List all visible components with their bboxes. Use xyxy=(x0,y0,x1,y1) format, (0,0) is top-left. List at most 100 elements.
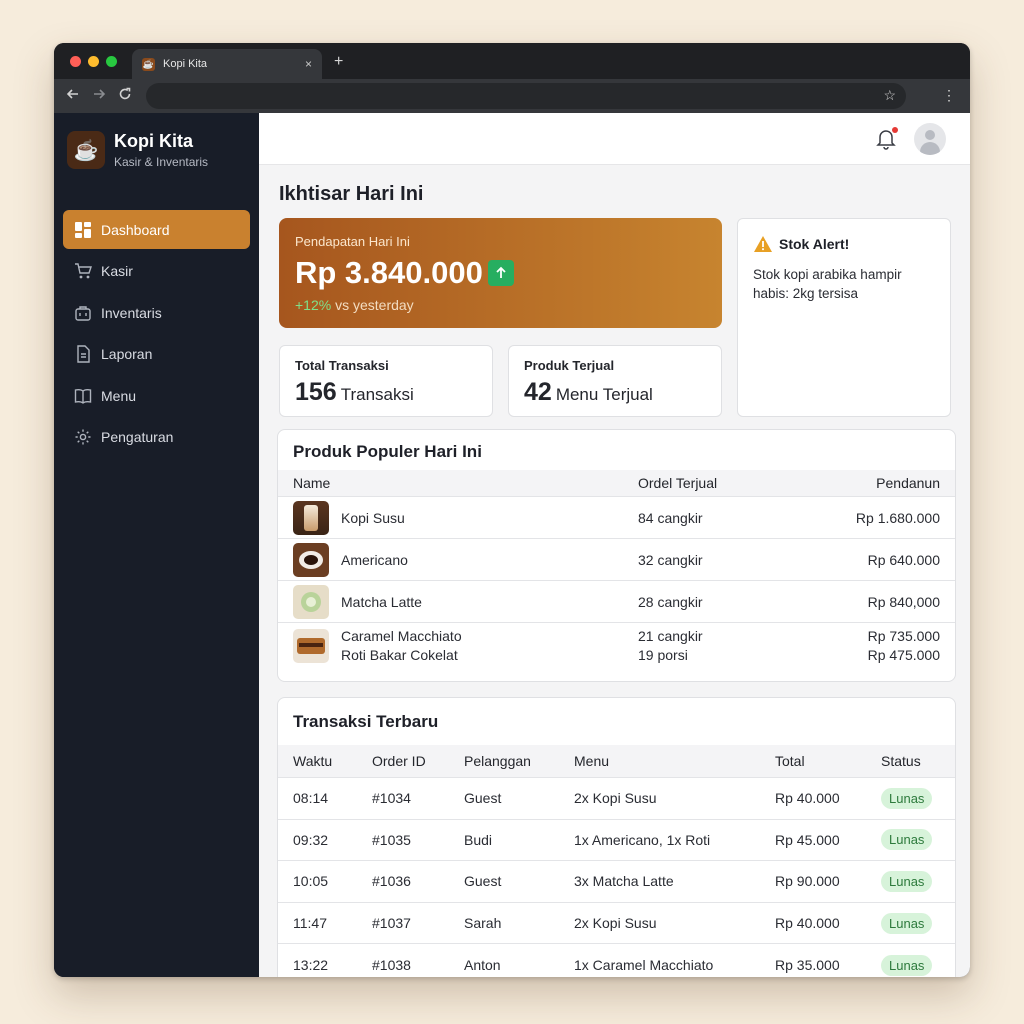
sidebar-item-pengaturan[interactable]: Pengaturan xyxy=(63,418,250,457)
transaction-time: 11:47 xyxy=(293,915,327,932)
transaction-customer: Guest xyxy=(464,873,502,890)
sidebar-item-menu[interactable]: Menu xyxy=(63,376,250,415)
revenue-trend-text: vs yesterday xyxy=(331,297,414,313)
status-badge: Lunas xyxy=(881,870,933,892)
transaction-total: Rp 40.000 xyxy=(775,790,840,807)
product-name: Caramel Macchiato xyxy=(341,627,462,644)
product-revenue: Rp 640.000 xyxy=(867,551,940,568)
americano-image xyxy=(293,542,329,577)
warning-icon xyxy=(753,235,773,253)
stock-alert-card: Stok Alert! Stok kopi arabika hampir hab… xyxy=(737,218,951,417)
sidebar-item-dashboard[interactable]: Dashboard xyxy=(63,210,250,249)
close-window-button[interactable] xyxy=(70,56,81,67)
table-row[interactable]: Caramel Macchiato Roti Bakar Cokelat 21 … xyxy=(278,623,955,668)
transaction-time: 13:22 xyxy=(293,957,329,974)
browser-toolbar: ☆ ⋮ xyxy=(54,79,970,113)
window-controls xyxy=(70,56,117,67)
product-name: Americano xyxy=(341,551,408,568)
table-row[interactable]: Americano 32 cangkir Rp 640.000 xyxy=(278,539,955,581)
sidebar-item-kasir[interactable]: Kasir xyxy=(63,252,250,291)
status-badge: Lunas xyxy=(881,829,933,851)
transaction-order-id: #1035 xyxy=(372,831,411,848)
product-orders: 21 cangkir xyxy=(638,627,703,644)
transaction-menu: 3x Matcha Latte xyxy=(574,873,674,890)
product-orders: 19 porsi xyxy=(638,646,688,663)
popular-products-card: Produk Populer Hari Ini Name Ordel Terju… xyxy=(277,429,956,682)
transaction-order-id: #1036 xyxy=(372,873,411,890)
product-name: Roti Bakar Cokelat xyxy=(341,646,458,663)
transaction-menu: 1x Americano, 1x Roti xyxy=(574,831,711,848)
stat-label: Total Transaksi xyxy=(295,358,389,373)
brand-subtitle: Kasir & Inventaris xyxy=(114,155,209,169)
coffee-favicon-icon: ☕ xyxy=(142,57,155,71)
product-orders: 84 cangkir xyxy=(638,509,703,526)
tab-title: Kopi Kita xyxy=(163,58,208,70)
bookmark-star-icon[interactable]: ☆ xyxy=(883,87,896,104)
back-arrow-icon[interactable] xyxy=(66,87,80,104)
new-tab-button[interactable]: + xyxy=(334,53,343,71)
card-title: Transaksi Terbaru xyxy=(293,712,439,731)
status-badge: Lunas xyxy=(881,954,933,976)
top-bar xyxy=(259,113,970,165)
transaction-order-id: #1038 xyxy=(372,957,411,974)
column-header: Pendanun xyxy=(876,475,940,491)
forward-arrow-icon[interactable] xyxy=(92,87,106,104)
transaction-total: Rp 35.000 xyxy=(775,957,840,974)
table-row[interactable]: 10:05 #1036 Guest 3x Matcha Latte Rp 90.… xyxy=(278,861,955,903)
notification-dot xyxy=(892,127,898,133)
table-row[interactable]: Matcha Latte 28 cangkir Rp 840,000 xyxy=(278,581,955,623)
stat-unit: Transaksi xyxy=(340,385,414,404)
products-sold-card: Produk Terjual 42 Menu Terjual xyxy=(508,345,722,417)
alert-title: Stok Alert! xyxy=(779,236,850,252)
recent-transactions-card: Transaksi Terbaru Waktu Order ID Pelangg… xyxy=(277,697,956,977)
matcha-latte-image xyxy=(293,584,329,619)
transaction-menu: 2x Kopi Susu xyxy=(574,915,657,932)
minimize-window-button[interactable] xyxy=(88,56,99,67)
column-header: Total xyxy=(775,753,805,769)
gear-icon xyxy=(73,428,93,446)
card-title: Produk Populer Hari Ini xyxy=(293,442,482,461)
product-revenue: Rp 840,000 xyxy=(867,593,940,610)
coffee-cup-logo-icon: ☕ xyxy=(67,131,105,169)
sidebar-item-label: Pengaturan xyxy=(101,429,174,446)
product-orders: 28 cangkir xyxy=(638,593,703,610)
browser-menu-icon[interactable]: ⋮ xyxy=(942,87,956,104)
table-header: Waktu Order ID Pelanggan Menu Total Stat… xyxy=(278,745,955,778)
table-row[interactable]: 09:32 #1035 Budi 1x Americano, 1x Roti R… xyxy=(278,820,955,862)
table-row[interactable]: Kopi Susu 84 cangkir Rp 1.680.000 xyxy=(278,497,955,539)
transaction-total: Rp 45.000 xyxy=(775,831,840,848)
browser-tab[interactable]: ☕ Kopi Kita × xyxy=(132,49,322,79)
address-bar-input[interactable]: ☆ xyxy=(146,83,906,109)
sidebar-item-laporan[interactable]: Laporan xyxy=(63,335,250,374)
table-row[interactable]: 13:22 #1038 Anton 1x Caramel Macchiato R… xyxy=(278,944,955,977)
sidebar-item-label: Laporan xyxy=(101,346,153,363)
page-title: Ikhtisar Hari Ini xyxy=(279,183,424,205)
column-header: Menu xyxy=(574,753,610,769)
maximize-window-button[interactable] xyxy=(106,56,117,67)
product-revenue: Rp 1.680.000 xyxy=(855,509,940,526)
sidebar-item-inventaris[interactable]: Inventaris xyxy=(63,293,250,332)
transaction-total: Rp 40.000 xyxy=(775,915,840,932)
transaction-customer: Guest xyxy=(464,790,502,807)
user-avatar[interactable] xyxy=(914,123,946,155)
alert-text: Stok kopi arabika hampir habis: 2kg ters… xyxy=(753,267,902,301)
reload-icon[interactable] xyxy=(118,87,132,104)
transaction-customer: Sarah xyxy=(464,915,502,932)
kopi-susu-image xyxy=(293,500,329,535)
stat-value: 156 xyxy=(295,378,337,406)
table-row[interactable]: 11:47 #1037 Sarah 2x Kopi Susu Rp 40.000… xyxy=(278,903,955,945)
status-badge: Lunas xyxy=(881,787,933,809)
column-header: Status xyxy=(881,753,921,769)
sidebar-nav: Dashboard Kasir Inventaris Laporan Menu … xyxy=(63,210,250,460)
tab-close-icon[interactable]: × xyxy=(305,57,312,71)
product-revenue: Rp 735.000 xyxy=(867,627,940,644)
transaction-time: 08:14 xyxy=(293,790,329,807)
browser-tab-bar: ☕ Kopi Kita × + xyxy=(54,43,970,79)
revenue-value: Rp 3.840.000 xyxy=(295,255,483,290)
transaction-menu: 2x Kopi Susu xyxy=(574,790,657,807)
stat-label: Produk Terjual xyxy=(524,358,615,373)
stat-unit: Menu Terjual xyxy=(555,385,653,404)
table-row[interactable]: 08:14 #1034 Guest 2x Kopi Susu Rp 40.000… xyxy=(278,778,955,820)
transaction-customer: Budi xyxy=(464,831,493,848)
transaction-time: 09:32 xyxy=(293,831,329,848)
